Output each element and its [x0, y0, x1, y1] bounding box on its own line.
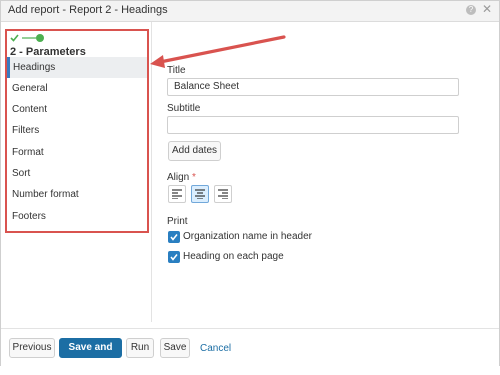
title-label: Title — [167, 65, 186, 76]
checkmark-icon — [170, 234, 178, 241]
align-label: Align * — [167, 172, 196, 183]
title-bar: Add report - Report 2 - Headings ? ✕ — [1, 1, 499, 22]
organization-name-label: Organization name in header — [183, 231, 312, 242]
print-label: Print — [167, 216, 188, 227]
cancel-link[interactable]: Cancel — [200, 343, 231, 354]
close-icon[interactable]: ✕ — [482, 3, 492, 15]
help-icon[interactable]: ? — [466, 5, 476, 15]
align-label-text: Align — [167, 172, 190, 183]
checkmark-icon — [170, 254, 178, 261]
align-left-icon — [172, 189, 182, 199]
previous-button[interactable]: Previous — [9, 338, 55, 358]
window-title: Add report - Report 2 - Headings — [8, 4, 168, 16]
subtitle-label: Subtitle — [167, 103, 201, 114]
align-left-button[interactable] — [168, 185, 186, 203]
heading-each-page-label: Heading on each page — [183, 251, 284, 262]
save-button[interactable]: Save — [160, 338, 190, 358]
align-center-icon — [195, 189, 205, 199]
heading-each-page-checkbox[interactable] — [168, 251, 180, 263]
align-right-button[interactable] — [214, 185, 232, 203]
add-dates-button[interactable]: Add dates — [168, 141, 221, 161]
align-right-icon — [218, 189, 228, 199]
annotation-highlight-box — [5, 29, 149, 233]
run-button[interactable]: Run — [126, 338, 154, 358]
save-and-run-button[interactable]: Save and run — [59, 338, 122, 371]
organization-name-checkbox[interactable] — [168, 231, 180, 243]
title-input[interactable]: Balance Sheet — [167, 78, 459, 96]
add-report-dialog: Add report - Report 2 - Headings ? ✕ 2 -… — [0, 0, 500, 371]
align-center-button[interactable] — [191, 185, 209, 203]
required-marker: * — [192, 172, 196, 183]
subtitle-input[interactable] — [167, 116, 459, 134]
